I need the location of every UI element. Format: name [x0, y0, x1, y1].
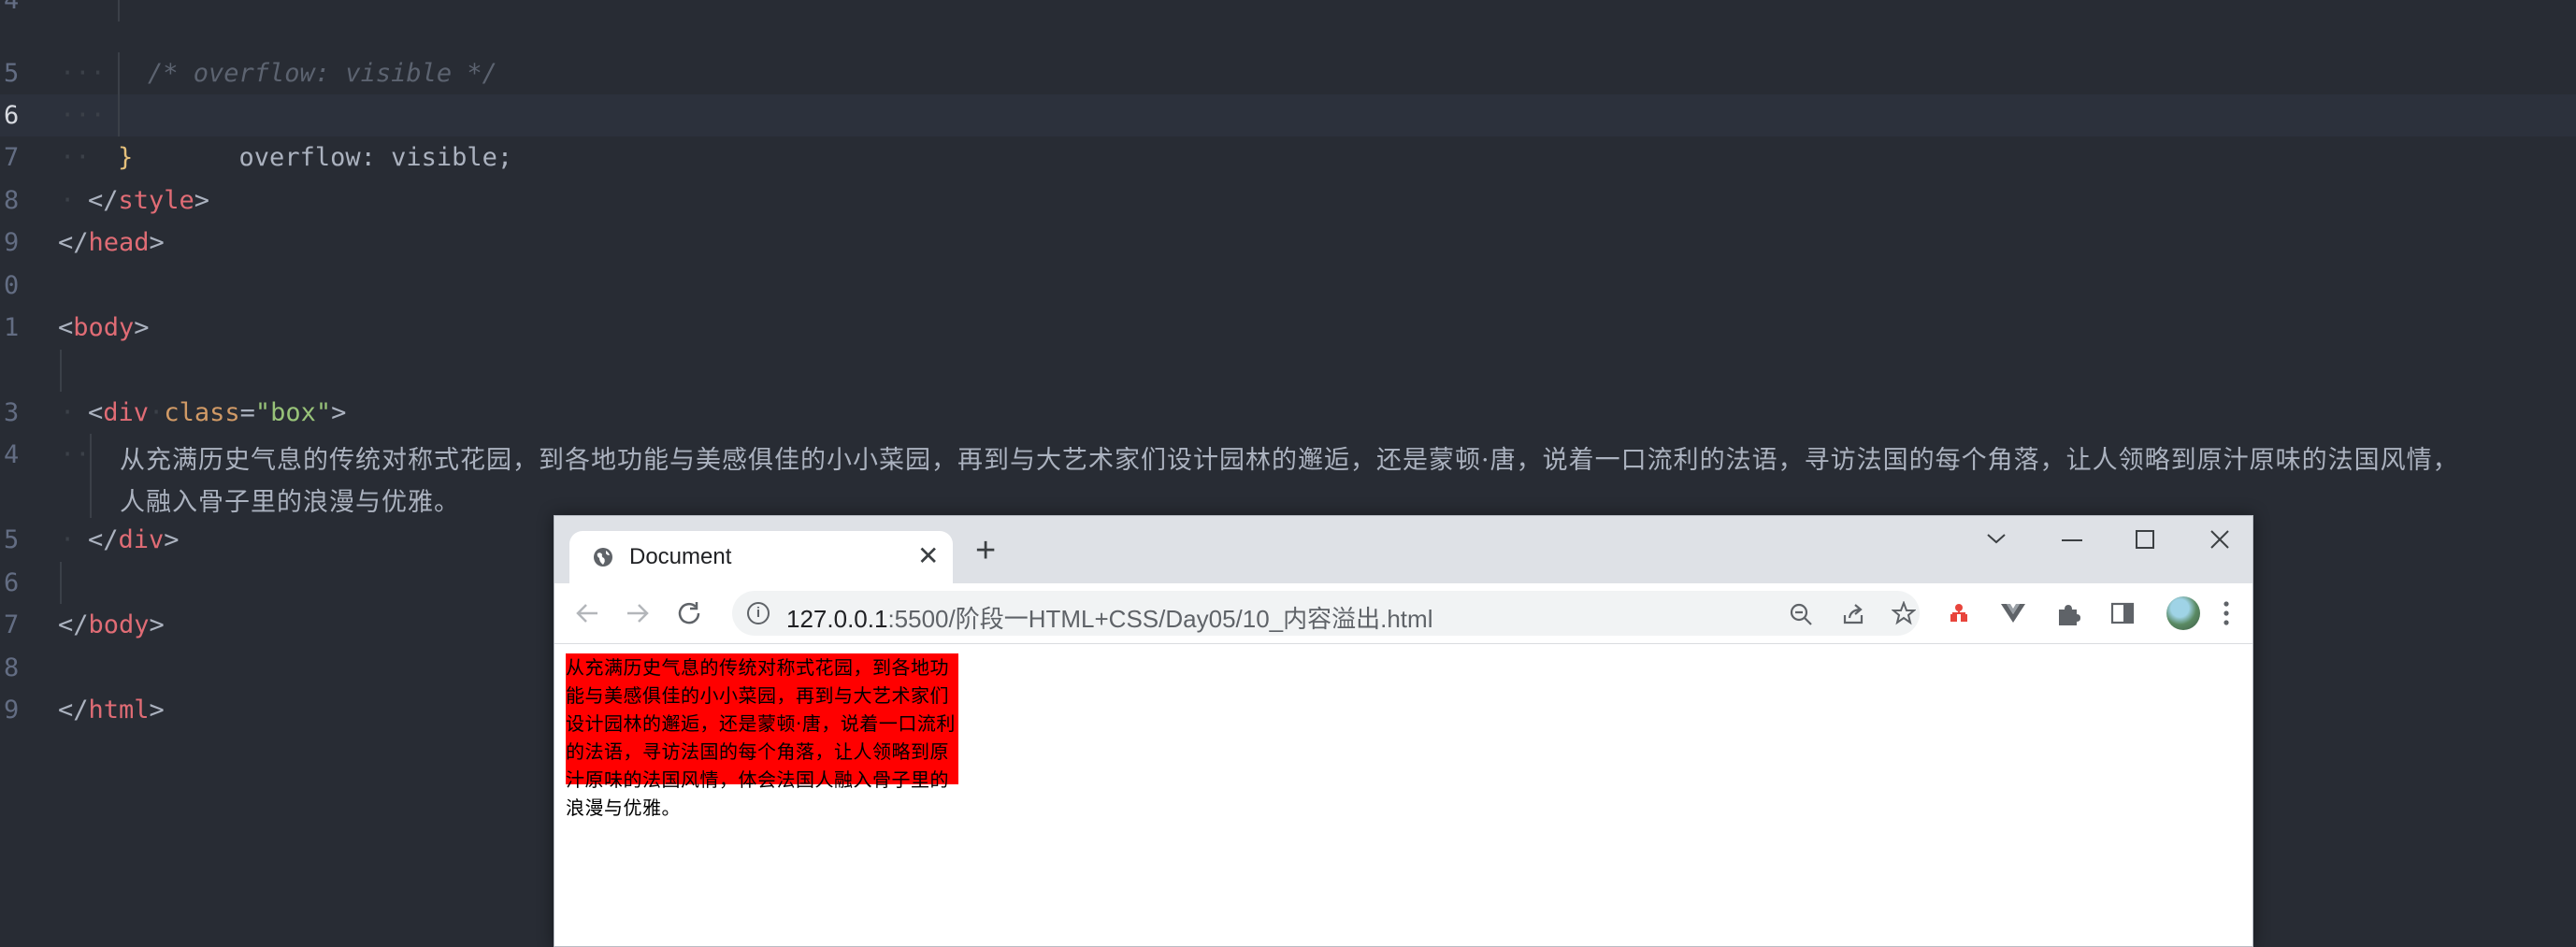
body-close-tag: body	[88, 610, 150, 639]
browser-toolbar: i 127.0.0.1:5500/阶段一HTML+CSS/Day05/10_内容…	[554, 583, 2252, 644]
div-text-line-1: 从充满历史气息的传统对称式花园，到各地功能与美感俱佳的小小菜园，再到与大艺术家们…	[120, 446, 2459, 475]
zoom-out-icon[interactable]	[1789, 602, 1813, 626]
html-close-tag: html	[88, 696, 150, 725]
line-number: 6	[4, 568, 20, 597]
code-line: 9 </head>	[0, 222, 2576, 264]
code-line: 0	[0, 265, 2576, 307]
globe-icon	[594, 548, 612, 567]
code-line: 8 · </style>	[0, 179, 2576, 222]
line-number: 7	[4, 610, 20, 639]
line-number: 6	[4, 101, 20, 130]
page-viewport[interactable]: 从充满历史气息的传统对称式花园，到各地功能与美感俱佳的小小菜园，再到与大艺术家们…	[554, 644, 2252, 946]
extension-red-icon[interactable]	[1948, 602, 1970, 624]
code-line: 3 · <div·class="box">	[0, 392, 2576, 434]
line-number: 0	[4, 271, 20, 300]
line-number: 9	[4, 696, 20, 725]
class-value: "box"	[254, 398, 332, 427]
code-line: 4 ·· 从充满历史气息的传统对称式花园，到各地功能与美感俱佳的小小菜园，再到与…	[0, 434, 2576, 518]
line-number: 8	[4, 653, 20, 682]
css-comment: /* overflow: visible */	[148, 59, 497, 88]
window-close-icon[interactable]	[2209, 529, 2230, 550]
url-text[interactable]: 127.0.0.1:5500/阶段一HTML+CSS/Day05/10_内容溢出…	[786, 600, 1432, 635]
chevron-down-icon[interactable]	[1985, 531, 2008, 546]
kebab-menu-icon[interactable]	[2223, 600, 2230, 626]
code-line: 5 ··· /* overflow: visible */	[0, 52, 2576, 94]
close-icon[interactable]: ✕	[917, 542, 939, 570]
line-number: 9	[4, 228, 20, 257]
tab-document[interactable]: Document ✕	[569, 531, 953, 583]
div-close-tag: div	[118, 525, 165, 554]
code-line: 4	[0, 0, 2576, 22]
browser-window[interactable]: Document ✕ + i 127.0.0.1:5500/阶段一HTML+CS…	[554, 515, 2253, 947]
forward-icon[interactable]	[624, 599, 652, 627]
line-number: 7	[4, 143, 20, 172]
reload-icon[interactable]	[676, 599, 704, 627]
div-text-line-2: 人融入骨子里的浪漫与优雅。	[120, 488, 460, 517]
minimize-icon[interactable]	[2062, 538, 2084, 542]
tab-title: Document	[629, 544, 732, 569]
div-open-tag: div	[103, 398, 150, 427]
head-close-tag: head	[88, 228, 150, 257]
info-icon[interactable]: i	[747, 602, 770, 624]
puzzle-icon[interactable]	[2056, 602, 2080, 626]
star-icon[interactable]	[1892, 601, 1916, 625]
tab-strip: Document ✕ +	[554, 516, 2252, 583]
line-number: 8	[4, 186, 20, 215]
close-brace: }	[118, 143, 134, 172]
code-line: 7 ·· }	[0, 136, 2576, 179]
line-number: 5	[4, 525, 20, 554]
address-bar[interactable]: i 127.0.0.1:5500/阶段一HTML+CSS/Day05/10_内容…	[732, 591, 1920, 636]
style-close-tag: style	[118, 186, 194, 215]
box-overflow-text: 从充满历史气息的传统对称式花园，到各地功能与美感俱佳的小小菜园，再到与大艺术家们…	[566, 656, 956, 819]
code-line: 1 <body>	[0, 307, 2576, 349]
share-icon[interactable]	[1841, 602, 1865, 626]
line-number: 1	[4, 313, 20, 342]
body-open-tag: body	[73, 313, 135, 342]
line-number: 3	[4, 398, 20, 427]
line-number: 4	[4, 0, 20, 15]
line-number: 5	[4, 59, 20, 88]
plus-icon[interactable]: +	[975, 533, 996, 568]
code-line	[0, 350, 2576, 392]
back-icon[interactable]	[573, 599, 601, 627]
vue-devtools-icon[interactable]	[2000, 602, 2026, 624]
class-attribute: class	[164, 398, 240, 427]
sidepanel-icon[interactable]	[2110, 602, 2135, 624]
line-number: 4	[4, 440, 20, 469]
maximize-icon[interactable]	[2135, 529, 2155, 550]
code-line-current: 6 ··· overflow: visible;	[0, 94, 2576, 172]
avatar[interactable]	[2166, 596, 2200, 630]
